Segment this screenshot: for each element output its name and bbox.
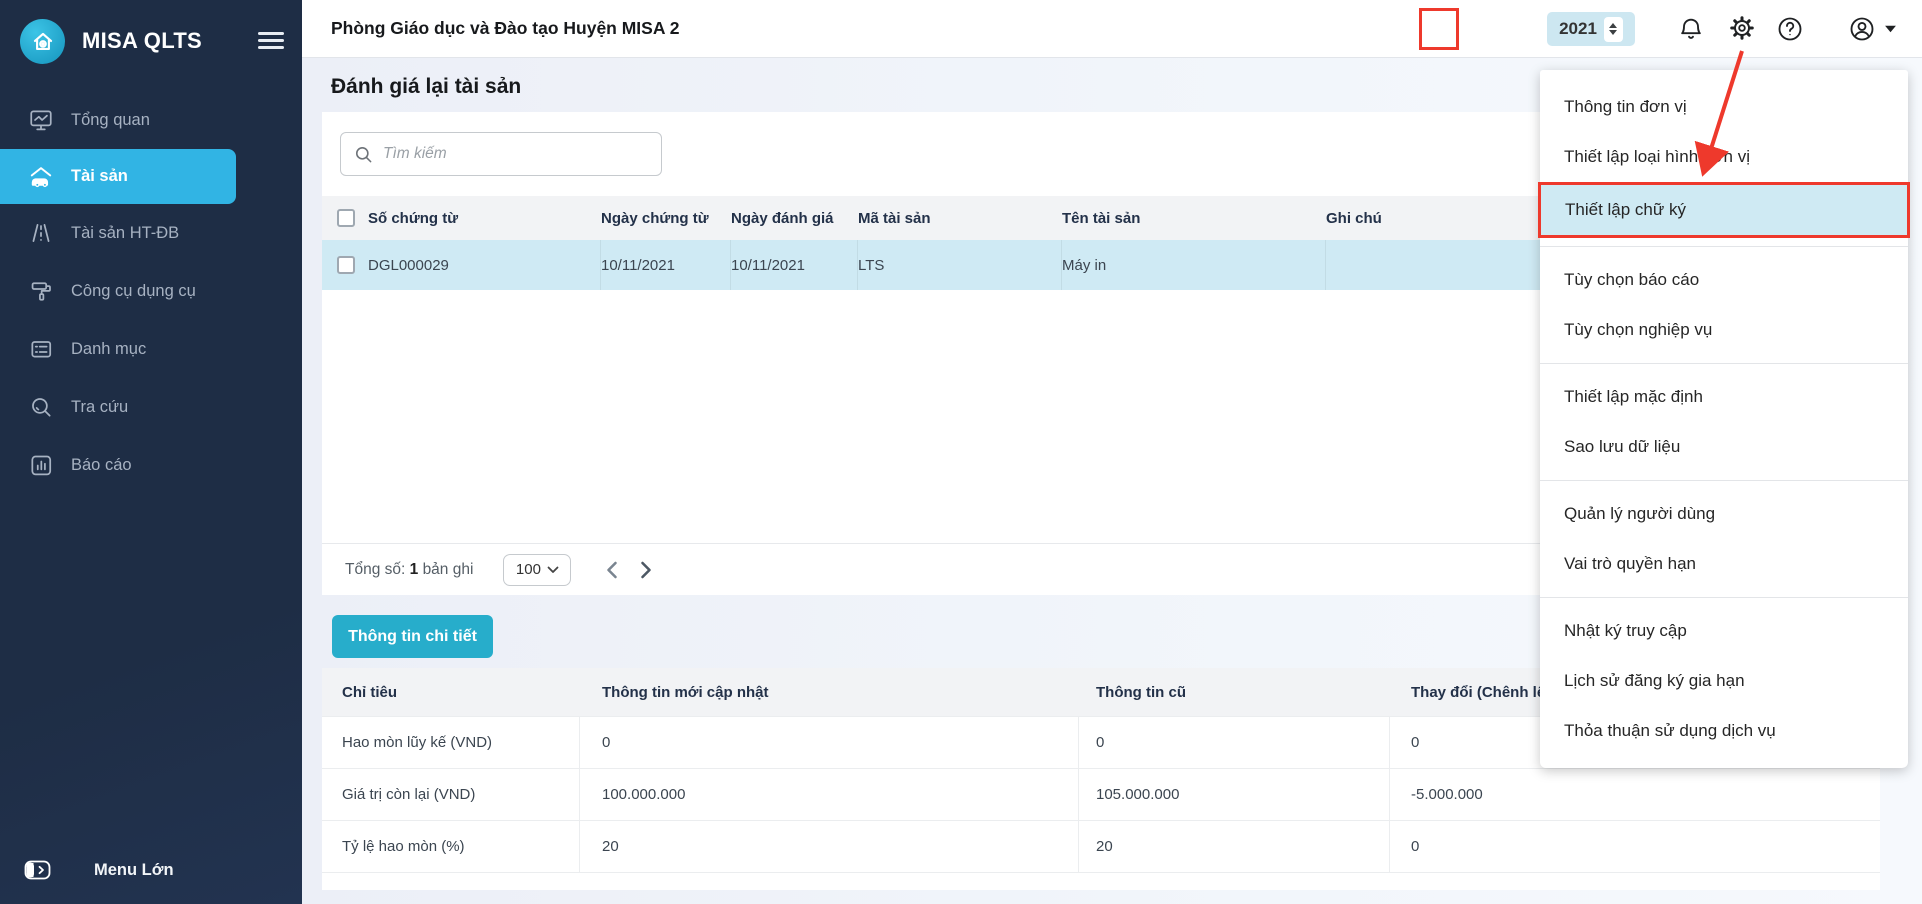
detail-cell: Giá trị còn lại (VND)	[322, 769, 580, 820]
search-icon	[354, 145, 373, 164]
road-icon	[28, 220, 54, 246]
detail-cell: -5.000.000	[1390, 769, 1880, 820]
chevron-down-icon	[547, 566, 559, 574]
help-icon[interactable]	[1776, 15, 1804, 43]
paint-roller-icon	[28, 278, 54, 304]
menu-divider	[1540, 363, 1908, 364]
sidebar-item-label: Danh mục	[71, 340, 146, 359]
sidebar-collapse-toggle[interactable]: Menu Lớn	[0, 852, 302, 888]
sidebar: MISA QLTS Tổng quan Tài sản	[0, 0, 302, 904]
next-page-button[interactable]	[640, 561, 653, 579]
detail-row-ty-le-hao-mon: Tỷ lệ hao mòn (%) 20 20 0	[322, 820, 1880, 872]
sidebar-item-tra-cuu[interactable]: Tra cứu	[0, 378, 302, 436]
sidebar-nav: Tổng quan Tài sản Tài sản HT-ĐB	[0, 91, 302, 494]
detail-row-gia-tri-con-lai: Giá trị còn lại (VND) 100.000.000 105.00…	[322, 768, 1880, 820]
column-header[interactable]: Mã tài sản	[858, 210, 1062, 227]
sidebar-footer-label: Menu Lớn	[94, 861, 174, 880]
menu-item-quan-ly-nguoi-dung[interactable]: Quản lý người dùng	[1540, 489, 1908, 539]
menu-item-thiet-lap-chu-ky[interactable]: Thiết lập chữ ký	[1538, 182, 1910, 238]
menu-item-nhat-ky-truy-cap[interactable]: Nhật ký truy cập	[1540, 606, 1908, 656]
topbar: Phòng Giáo dục và Đào tạo Huyện MISA 2 2…	[302, 0, 1922, 58]
cell-ngay-chung-tu: 10/11/2021	[601, 240, 731, 290]
year-selector[interactable]: 2021	[1547, 12, 1635, 46]
detail-cell: 0	[1079, 717, 1390, 768]
menu-item-thiet-lap-loai-hinh-don-vi[interactable]: Thiết lập loại hình đơn vị	[1540, 132, 1908, 182]
row-checkbox[interactable]	[337, 256, 355, 274]
sidebar-item-label: Tài sản HT-ĐB	[71, 224, 179, 243]
search-nav-icon	[28, 394, 54, 420]
brand-name: MISA QLTS	[82, 28, 202, 54]
unit-name: Phòng Giáo dục và Đào tạo Huyện MISA 2	[331, 18, 679, 39]
sidebar-item-danh-muc[interactable]: Danh mục	[0, 320, 302, 378]
detail-cell: 20	[1079, 821, 1390, 872]
menu-item-vai-tro-quyen-han[interactable]: Vai trò quyền hạn	[1540, 539, 1908, 589]
sidebar-item-label: Tổng quan	[71, 111, 150, 130]
sidebar-item-label: Báo cáo	[71, 456, 132, 475]
page-size-select[interactable]: 100	[503, 554, 571, 586]
column-header[interactable]: Tên tài sản	[1062, 210, 1326, 227]
search-box[interactable]	[340, 132, 662, 176]
category-list-icon	[28, 336, 54, 362]
detail-cell: 105.000.000	[1079, 769, 1390, 820]
column-header[interactable]: Ngày chứng từ	[601, 210, 731, 227]
sidebar-item-tai-san-ht-db[interactable]: Tài sản HT-ĐB	[0, 204, 302, 262]
misa-logo	[20, 19, 65, 64]
report-icon	[28, 452, 54, 478]
menu-item-thong-tin-don-vi[interactable]: Thông tin đơn vị	[1540, 82, 1908, 132]
user-avatar-icon[interactable]	[1848, 15, 1876, 43]
sidebar-item-tai-san[interactable]: Tài sản	[0, 149, 236, 204]
settings-gear-icon[interactable]	[1728, 14, 1756, 42]
detail-cell: 20	[580, 821, 1079, 872]
notification-bell-icon[interactable]	[1677, 15, 1705, 43]
total-count: 1	[410, 561, 419, 578]
sidebar-item-label: Tài sản	[71, 167, 128, 186]
year-spinner-icon[interactable]	[1604, 17, 1623, 42]
menu-divider	[1540, 246, 1908, 247]
menu-item-tuy-chon-nghiep-vu[interactable]: Tùy chọn nghiệp vụ	[1540, 305, 1908, 355]
cell-so-chung-tu: DGL000029	[368, 240, 601, 290]
detail-cell: Tỷ lệ hao mòn (%)	[322, 821, 580, 872]
app-window: MISA QLTS Tổng quan Tài sản	[0, 0, 1922, 904]
search-input[interactable]	[383, 145, 633, 163]
cell-ngay-danh-gia: 10/11/2021	[731, 240, 858, 290]
menu-item-sao-luu-du-lieu[interactable]: Sao lưu dữ liệu	[1540, 422, 1908, 472]
column-header[interactable]: Ngày đánh giá	[731, 210, 858, 227]
detail-column-header: Thông tin mới cập nhật	[580, 684, 1079, 701]
sidebar-item-label: Công cụ dụng cụ	[71, 282, 196, 301]
hamburger-menu-icon[interactable]	[258, 32, 284, 52]
column-header[interactable]: Số chứng từ	[368, 210, 601, 227]
menu-item-thoa-thuan-su-dung-dich-vu[interactable]: Thỏa thuận sử dụng dịch vụ	[1540, 706, 1908, 756]
menu-item-thiet-lap-mac-dinh[interactable]: Thiết lập mặc định	[1540, 372, 1908, 422]
menu-divider	[1540, 480, 1908, 481]
menu-divider	[1540, 597, 1908, 598]
year-value: 2021	[1559, 19, 1597, 39]
menu-item-lich-su-dang-ky-gia-han[interactable]: Lịch sử đăng ký gia hạn	[1540, 656, 1908, 706]
select-all-checkbox[interactable]	[337, 209, 355, 227]
cell-ma-tai-san: LTS	[858, 240, 1062, 290]
detail-cell: 100.000.000	[580, 769, 1079, 820]
prev-page-button[interactable]	[605, 561, 618, 579]
detail-column-header: Chỉ tiêu	[322, 684, 580, 701]
detail-info-tab-button[interactable]: Thông tin chi tiết	[332, 615, 493, 658]
detail-column-header: Thông tin cũ	[1079, 684, 1390, 701]
sidebar-item-tong-quan[interactable]: Tổng quan	[0, 91, 302, 149]
menu-item-tuy-chon-bao-cao[interactable]: Tùy chọn báo cáo	[1540, 255, 1908, 305]
page-title: Đánh giá lại tài sản	[331, 75, 521, 99]
cell-ten-tai-san: Máy in	[1062, 240, 1326, 290]
chevron-down-icon[interactable]	[1884, 24, 1897, 34]
detail-cell: Hao mòn lũy kế (VND)	[322, 717, 580, 768]
sidebar-item-cong-cu-dung-cu[interactable]: Công cụ dụng cụ	[0, 262, 302, 320]
sidebar-item-label: Tra cứu	[71, 398, 128, 417]
overview-icon	[28, 107, 54, 133]
settings-dropdown-menu: Thông tin đơn vị Thiết lập loại hình đơn…	[1540, 70, 1908, 768]
total-records-label: Tổng số: 1 bản ghi	[345, 561, 473, 579]
menu-size-toggle-icon	[24, 859, 52, 881]
sidebar-item-bao-cao[interactable]: Báo cáo	[0, 436, 302, 494]
detail-row-partial	[322, 872, 1880, 890]
detail-cell: 0	[580, 717, 1079, 768]
asset-icon	[28, 164, 54, 190]
detail-cell: 0	[1390, 821, 1880, 872]
